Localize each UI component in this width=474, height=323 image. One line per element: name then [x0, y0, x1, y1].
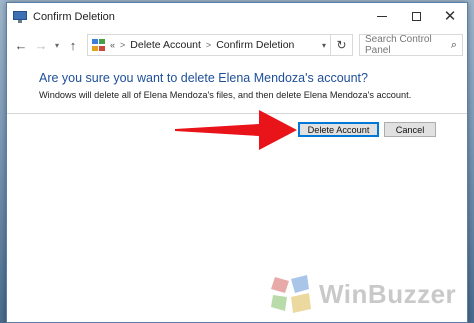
forward-button[interactable]: → [31, 34, 51, 56]
breadcrumb-delete-account[interactable]: Delete Account [130, 39, 201, 51]
refresh-button[interactable]: ↻ [331, 34, 353, 56]
navigation-bar: ← → ▾ ↑ « > Delete Account > Confirm Del… [7, 30, 467, 60]
red-arrow-annotation-icon [175, 110, 297, 150]
maximize-button[interactable] [399, 3, 433, 30]
maximize-icon [411, 12, 421, 21]
refresh-icon: ↻ [336, 38, 347, 52]
breadcrumb-confirm-deletion[interactable]: Confirm Deletion [216, 39, 294, 51]
arrow-left-icon: ← [14, 37, 28, 53]
recent-locations-button[interactable]: ▾ [51, 34, 63, 56]
close-icon: ✕ [443, 8, 457, 25]
search-icon: ⌕ [450, 38, 457, 51]
delete-account-button[interactable]: Delete Account [298, 122, 379, 137]
arrow-up-icon: ↑ [69, 37, 77, 53]
confirmation-description: Windows will delete all of Elena Mendoza… [39, 90, 412, 100]
search-input[interactable]: Search Control Panel ⌕ [359, 34, 463, 56]
minimize-button[interactable] [365, 3, 399, 30]
watermark: WinBuzzer [269, 273, 456, 315]
window-controls: ✕ [365, 3, 467, 30]
arrow-right-icon: → [34, 37, 48, 53]
window-title: Confirm Deletion [33, 10, 115, 23]
title-bar[interactable]: Confirm Deletion ✕ [7, 3, 467, 30]
control-panel-icon [92, 39, 106, 51]
watermark-text: WinBuzzer [319, 278, 457, 309]
chevron-down-icon: ▾ [54, 40, 59, 50]
breadcrumb-separator-icon[interactable]: > [206, 40, 211, 50]
minimize-icon [377, 16, 387, 17]
winbuzzer-logo-icon [271, 275, 311, 313]
address-bar[interactable]: « > Delete Account > Confirm Deletion ▾ [87, 34, 331, 56]
confirmation-heading: Are you sure you want to delete Elena Me… [39, 71, 368, 85]
up-button[interactable]: ↑ [63, 34, 83, 56]
breadcrumb-overflow[interactable]: « [110, 40, 115, 50]
breadcrumb-separator-icon[interactable]: > [120, 40, 125, 50]
search-placeholder: Search Control Panel [365, 34, 432, 56]
confirm-deletion-window: Confirm Deletion ✕ ← → ▾ ↑ « > Delete Ac… [6, 2, 468, 323]
back-button[interactable]: ← [11, 34, 31, 56]
control-panel-icon [13, 10, 27, 23]
cancel-button[interactable]: Cancel [384, 122, 436, 137]
chevron-down-icon[interactable]: ▾ [322, 41, 326, 50]
close-button[interactable]: ✕ [433, 3, 467, 30]
